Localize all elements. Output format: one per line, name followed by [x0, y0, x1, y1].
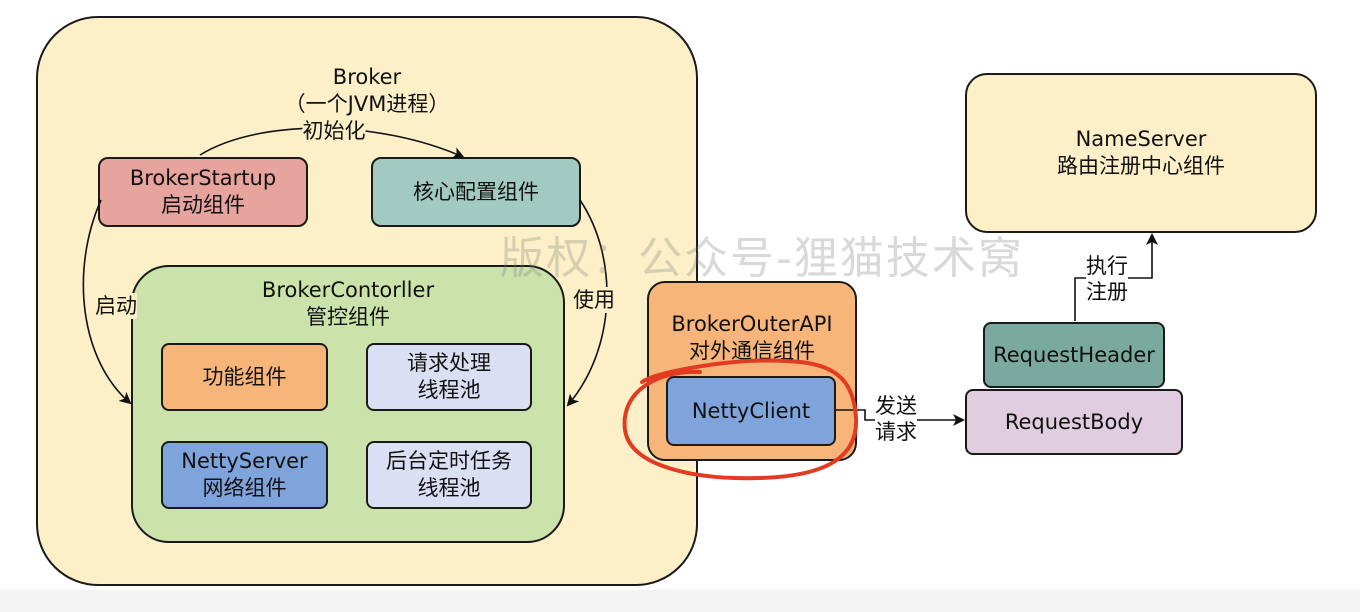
connector-layer: [82, 127, 1158, 481]
init-label: 初始化: [302, 118, 366, 144]
watermark: 版权：公众号-狸猫技术窝: [500, 233, 1024, 284]
send-request-label: 发送 请求: [875, 393, 917, 445]
highlight-circle: [622, 358, 859, 481]
exec-register-label: 执行 注册: [1086, 253, 1128, 305]
start-label: 启动: [95, 293, 137, 319]
use-label: 使用: [573, 287, 615, 313]
